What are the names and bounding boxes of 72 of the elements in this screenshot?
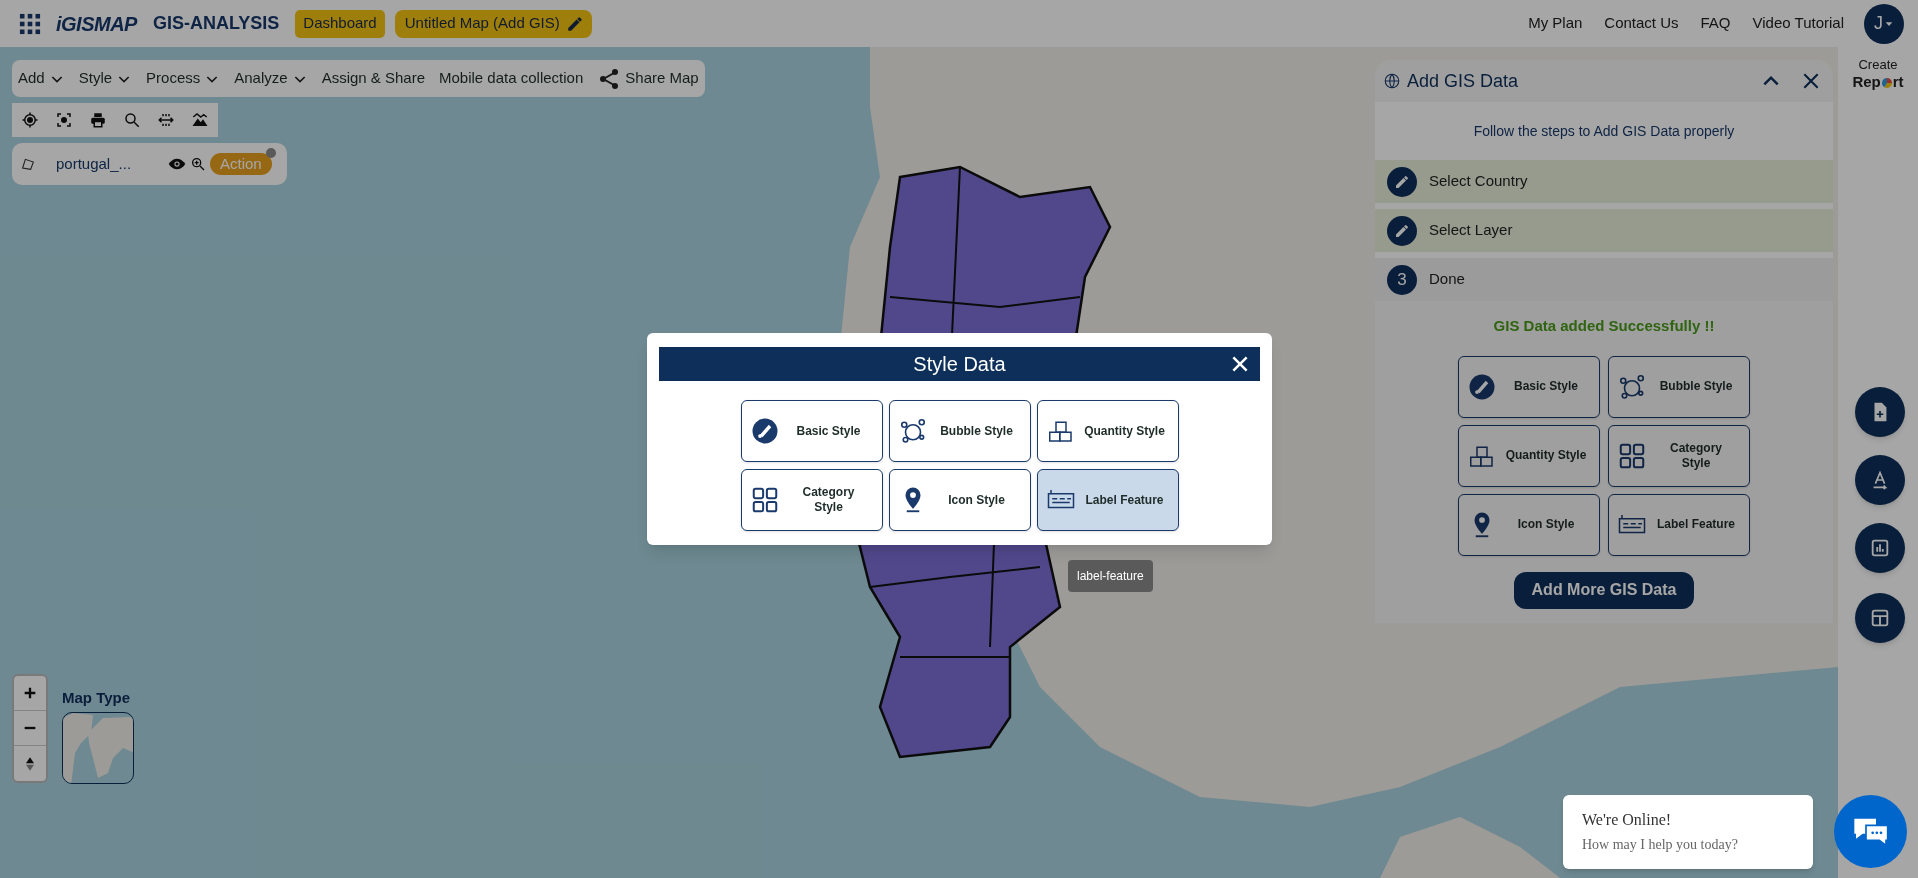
tool-button[interactable]: [88, 110, 108, 130]
success-message: GIS Data added Successfully !!: [1493, 316, 1715, 336]
instruction-text: Follow the steps to Add GIS Data properly: [1473, 121, 1735, 141]
menu-item[interactable]: Mobile data collection: [439, 67, 584, 90]
close-icon: [1801, 71, 1821, 91]
style-option-button[interactable]: Label Feature: [1036, 469, 1179, 531]
measure-icon: [157, 111, 175, 129]
tool-button[interactable]: [20, 110, 40, 130]
table-icon: [1869, 607, 1891, 629]
style-option-button[interactable]: Quantity Style: [1036, 400, 1179, 462]
apps-menu-button[interactable]: [18, 11, 42, 36]
style-option-button[interactable]: Icon Style: [888, 469, 1031, 531]
step-edit-icon: [1387, 215, 1417, 246]
step-number: 3: [1387, 264, 1417, 295]
tooltip: label-feature: [1068, 560, 1153, 592]
style-option-button[interactable]: Bubble Style: [1608, 355, 1750, 418]
bar-chart-icon: [1869, 537, 1891, 559]
zoom-to-layer-button[interactable]: [190, 156, 206, 172]
pencil-icon: [565, 14, 584, 33]
step-row[interactable]: Select Country: [1375, 160, 1833, 203]
style-option-button[interactable]: Label Feature: [1608, 493, 1750, 556]
style-option-button[interactable]: Basic Style: [740, 400, 883, 462]
close-button[interactable]: [1230, 354, 1250, 374]
print-icon: [89, 111, 107, 129]
zoom-in-icon: [190, 156, 206, 172]
focus-icon: [55, 111, 73, 129]
polygon-icon: [20, 156, 36, 172]
menu-item[interactable]: Assign & Share: [321, 67, 425, 90]
plus-icon: [22, 685, 38, 701]
style-option-button[interactable]: Category Style: [740, 469, 883, 531]
user-avatar[interactable]: J: [1864, 3, 1904, 44]
globe-icon: [1383, 72, 1401, 90]
map-name-button[interactable]: Untitled Map (Add GIS): [394, 9, 592, 38]
step-edit-icon: [1387, 166, 1417, 197]
close-button[interactable]: [1801, 71, 1821, 91]
pie-chart-icon: [1880, 76, 1893, 89]
panel-title: Add GIS Data: [1407, 69, 1520, 93]
app-title: GIS-ANALYSIS: [152, 12, 280, 35]
step-row[interactable]: Select Layer: [1375, 209, 1833, 252]
menu-item[interactable]: Share Map: [597, 66, 699, 91]
map-type-thumbnail[interactable]: [62, 712, 134, 784]
nav-link[interactable]: FAQ: [1694, 12, 1737, 35]
dashboard-button[interactable]: Dashboard: [295, 9, 385, 38]
chat-subtitle: How may I help you today?: [1582, 836, 1739, 854]
layer-name[interactable]: portugal_...: [56, 152, 166, 176]
tool-button[interactable]: [122, 110, 142, 130]
menu-item[interactable]: Style: [78, 67, 133, 90]
menu-item[interactable]: Process: [146, 67, 221, 90]
style-option-button[interactable]: Bubble Style: [888, 400, 1031, 462]
style-option-button[interactable]: Category Style: [1608, 424, 1750, 487]
dialog-title: Style Data: [913, 352, 1006, 377]
step-row[interactable]: 3 Done: [1375, 258, 1833, 301]
chat-bubble[interactable]: We're Online! How may I help you today?: [1563, 795, 1813, 869]
close-icon: [1230, 354, 1250, 374]
tool-button[interactable]: [54, 110, 74, 130]
app-logo[interactable]: iGISMAP: [56, 8, 137, 39]
style-option-button[interactable]: Quantity Style: [1458, 424, 1600, 487]
apps-grid-icon: [19, 12, 41, 35]
nav-link[interactable]: Contact Us: [1598, 12, 1685, 35]
nav-link[interactable]: My Plan: [1522, 12, 1589, 35]
menu-item[interactable]: Analyze: [234, 67, 308, 90]
nav-link[interactable]: Video Tutorial: [1746, 12, 1850, 35]
terrain-icon: [191, 111, 209, 129]
style-option-button[interactable]: Icon Style: [1458, 493, 1600, 556]
map-type-label: Map Type: [62, 688, 131, 708]
search-icon: [123, 111, 141, 129]
menu-item[interactable]: Add: [18, 67, 65, 90]
style-option-button[interactable]: Basic Style: [1458, 355, 1600, 418]
chat-title: We're Online!: [1582, 810, 1673, 830]
locate-icon: [21, 111, 39, 129]
create-report-button[interactable]: Create Rep rt: [1852, 57, 1904, 92]
add-more-button[interactable]: Add More GIS Data: [1513, 571, 1695, 609]
